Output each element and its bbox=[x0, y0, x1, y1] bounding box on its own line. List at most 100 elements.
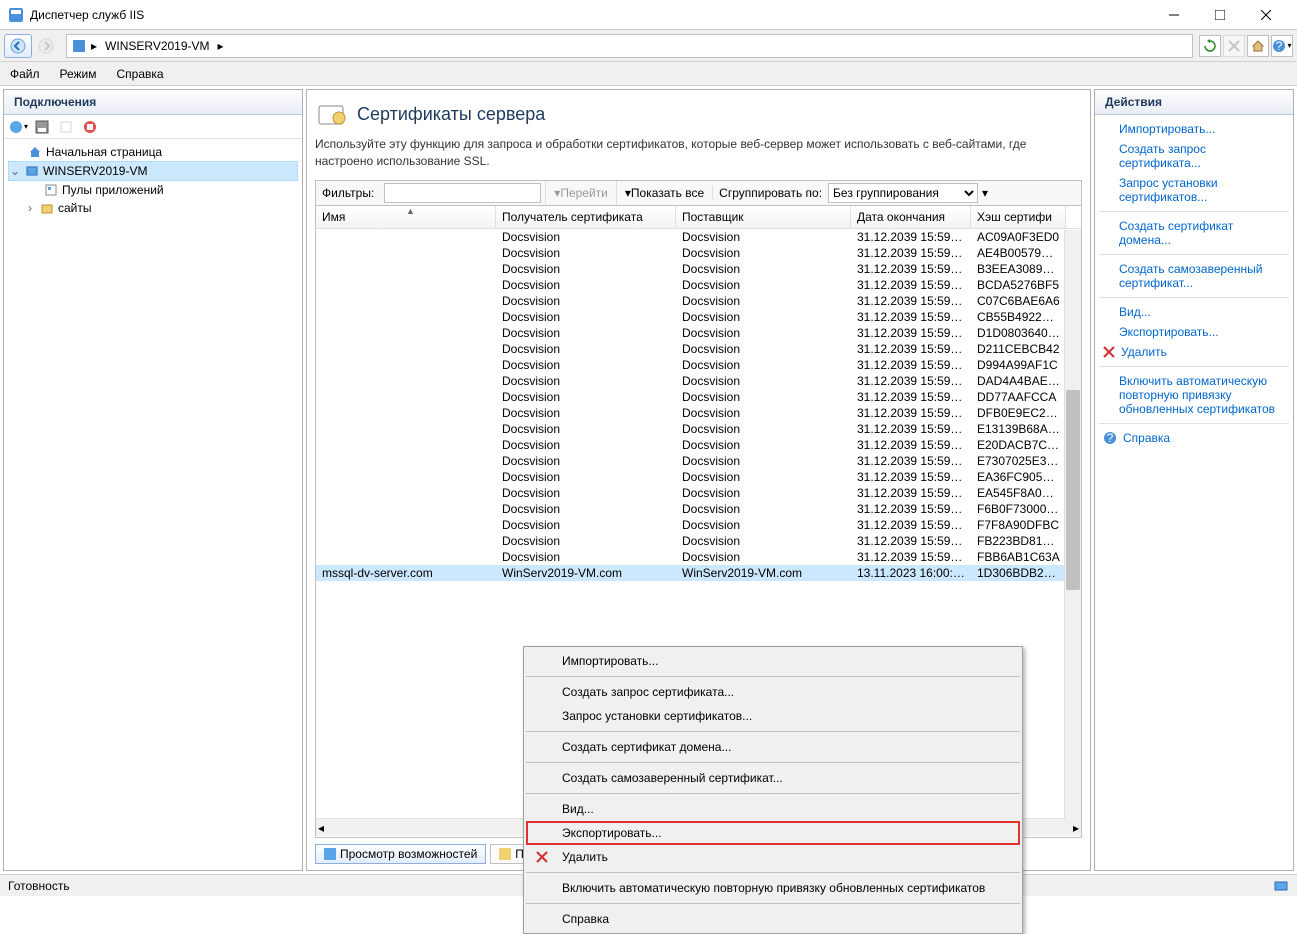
filter-input[interactable] bbox=[384, 183, 541, 203]
tree-start-page[interactable]: Начальная страница bbox=[8, 143, 298, 161]
table-row[interactable]: DocsvisionDocsvision31.12.2039 15:59:59C… bbox=[316, 293, 1081, 309]
titlebar: Диспетчер служб IIS bbox=[0, 0, 1297, 30]
scrollbar-thumb[interactable] bbox=[1066, 390, 1080, 590]
table-row[interactable]: DocsvisionDocsvision31.12.2039 15:59:59B… bbox=[316, 277, 1081, 293]
nav-back-button[interactable] bbox=[4, 34, 32, 58]
up-button[interactable] bbox=[56, 117, 76, 137]
action-delete[interactable]: Удалить bbox=[1099, 342, 1289, 362]
close-button[interactable] bbox=[1243, 0, 1289, 30]
col-issued-to[interactable]: Получатель сертификата bbox=[496, 206, 676, 228]
table-row[interactable]: DocsvisionDocsvision31.12.2039 15:59:59F… bbox=[316, 501, 1081, 517]
expand-icon[interactable]: › bbox=[24, 201, 36, 215]
table-row[interactable]: DocsvisionDocsvision31.12.2039 15:59:59C… bbox=[316, 309, 1081, 325]
cell-name bbox=[316, 501, 496, 517]
table-row[interactable]: DocsvisionDocsvision31.12.2039 15:59:59A… bbox=[316, 229, 1081, 245]
table-row[interactable]: DocsvisionDocsvision31.12.2039 15:59:59F… bbox=[316, 549, 1081, 565]
ctx-complete-request[interactable]: Запрос установки сертификатов... bbox=[526, 704, 1020, 728]
cell-name bbox=[316, 293, 496, 309]
ctx-view[interactable]: Вид... bbox=[526, 797, 1020, 821]
breadcrumb-server[interactable]: WINSERV2019-VM bbox=[101, 39, 213, 53]
ctx-help[interactable]: Справка bbox=[526, 907, 1020, 931]
stop-button[interactable] bbox=[1223, 35, 1245, 57]
collapse-icon[interactable]: ⌄ bbox=[9, 164, 21, 178]
cell-name bbox=[316, 485, 496, 501]
ctx-import[interactable]: Импортировать... bbox=[526, 649, 1020, 673]
stop-conn-button[interactable] bbox=[80, 117, 100, 137]
ctx-auto-rebind[interactable]: Включить автоматическую повторную привяз… bbox=[526, 876, 1020, 900]
table-row[interactable]: DocsvisionDocsvision31.12.2039 15:59:59E… bbox=[316, 437, 1081, 453]
table-row[interactable]: DocsvisionDocsvision31.12.2039 15:59:59E… bbox=[316, 453, 1081, 469]
groupby-select[interactable]: Без группирования bbox=[828, 183, 978, 203]
col-name[interactable]: Имя ▲ bbox=[316, 206, 496, 228]
actions-header: Действия bbox=[1095, 90, 1293, 115]
cell-issuer: Docsvision bbox=[676, 357, 851, 373]
breadcrumb-separator: ▸ bbox=[87, 39, 101, 53]
cell-issuedTo: Docsvision bbox=[496, 501, 676, 517]
action-help[interactable]: ? Справка bbox=[1099, 428, 1289, 448]
action-view[interactable]: Вид... bbox=[1099, 302, 1289, 322]
cell-issuer: Docsvision bbox=[676, 325, 851, 341]
table-row[interactable]: DocsvisionDocsvision31.12.2039 15:59:59F… bbox=[316, 533, 1081, 549]
nav-forward-button[interactable] bbox=[32, 34, 60, 58]
cell-issuedTo: Docsvision bbox=[496, 485, 676, 501]
col-hash[interactable]: Хэш сертифи bbox=[971, 206, 1066, 228]
action-create-selfsigned[interactable]: Создать самозаверенный сертификат... bbox=[1099, 259, 1289, 293]
col-issuer[interactable]: Поставщик bbox=[676, 206, 851, 228]
action-create-domain[interactable]: Создать сертификат домена... bbox=[1099, 216, 1289, 250]
ctx-create-selfsigned[interactable]: Создать самозаверенный сертификат... bbox=[526, 766, 1020, 790]
table-row[interactable]: DocsvisionDocsvision31.12.2039 15:59:59B… bbox=[316, 261, 1081, 277]
menu-help[interactable]: Справка bbox=[107, 62, 174, 85]
groupby-extra-button[interactable]: ▾ bbox=[982, 186, 988, 200]
minimize-button[interactable] bbox=[1151, 0, 1197, 30]
tree-server[interactable]: ⌄ WINSERV2019-VM bbox=[8, 161, 298, 181]
ctx-export[interactable]: Экспортировать... bbox=[526, 821, 1020, 845]
table-row[interactable]: DocsvisionDocsvision31.12.2039 15:59:59D… bbox=[316, 373, 1081, 389]
cell-expiration: 31.12.2039 15:59:59 bbox=[851, 533, 971, 549]
table-row[interactable]: DocsvisionDocsvision31.12.2039 15:59:59E… bbox=[316, 469, 1081, 485]
connect-button[interactable]: ▾ bbox=[8, 117, 28, 137]
ctx-create-request[interactable]: Создать запрос сертификата... bbox=[526, 680, 1020, 704]
table-row[interactable]: DocsvisionDocsvision31.12.2039 15:59:59D… bbox=[316, 405, 1081, 421]
table-row[interactable]: DocsvisionDocsvision31.12.2039 15:59:59D… bbox=[316, 357, 1081, 373]
help-dropdown-button[interactable]: ?▾ bbox=[1271, 35, 1293, 57]
refresh-button[interactable] bbox=[1199, 35, 1221, 57]
table-row[interactable]: DocsvisionDocsvision31.12.2039 15:59:59D… bbox=[316, 325, 1081, 341]
home-button[interactable] bbox=[1247, 35, 1269, 57]
cell-hash: F7F8A90DFBC bbox=[971, 517, 1066, 533]
tree-sites[interactable]: › сайты bbox=[8, 199, 298, 217]
table-row[interactable]: DocsvisionDocsvision31.12.2039 15:59:59D… bbox=[316, 389, 1081, 405]
action-auto-rebind[interactable]: Включить автоматическую повторную привяз… bbox=[1099, 371, 1289, 419]
cell-name bbox=[316, 517, 496, 533]
cell-name bbox=[316, 325, 496, 341]
save-button[interactable] bbox=[32, 117, 52, 137]
cell-name bbox=[316, 469, 496, 485]
menu-mode[interactable]: Режим bbox=[50, 62, 107, 85]
menu-file[interactable]: Файл bbox=[0, 62, 50, 85]
tab-features-view[interactable]: Просмотр возможностей bbox=[315, 844, 486, 864]
filter-bar: Фильтры: ▾ Перейти ▾ Показать все Сгрупп… bbox=[315, 180, 1082, 206]
table-row[interactable]: mssql-dv-server.comWinServ2019-VM.comWin… bbox=[316, 565, 1081, 581]
tree-app-pools[interactable]: Пулы приложений bbox=[8, 181, 298, 199]
table-row[interactable]: DocsvisionDocsvision31.12.2039 15:59:59F… bbox=[316, 517, 1081, 533]
vertical-scrollbar[interactable] bbox=[1064, 230, 1081, 819]
cell-name bbox=[316, 437, 496, 453]
table-row[interactable]: DocsvisionDocsvision31.12.2039 15:59:59E… bbox=[316, 485, 1081, 501]
address-bar[interactable]: ▸ WINSERV2019-VM ▸ bbox=[66, 34, 1193, 58]
table-row[interactable]: DocsvisionDocsvision31.12.2039 15:59:59A… bbox=[316, 245, 1081, 261]
action-export[interactable]: Экспортировать... bbox=[1099, 322, 1289, 342]
table-row[interactable]: DocsvisionDocsvision31.12.2039 15:59:59E… bbox=[316, 421, 1081, 437]
table-row[interactable]: DocsvisionDocsvision31.12.2039 15:59:59D… bbox=[316, 341, 1081, 357]
maximize-button[interactable] bbox=[1197, 0, 1243, 30]
cell-issuer: Docsvision bbox=[676, 277, 851, 293]
cell-issuer: Docsvision bbox=[676, 421, 851, 437]
filter-showall-button[interactable]: ▾ Показать все bbox=[616, 181, 712, 205]
ctx-delete[interactable]: Удалить bbox=[526, 845, 1020, 869]
action-complete-request[interactable]: Запрос установки сертификатов... bbox=[1099, 173, 1289, 207]
col-expiration[interactable]: Дата окончания bbox=[851, 206, 971, 228]
action-import[interactable]: Импортировать... bbox=[1099, 119, 1289, 139]
ctx-create-domain[interactable]: Создать сертификат домена... bbox=[526, 735, 1020, 759]
filter-go-button[interactable]: ▾ Перейти bbox=[545, 181, 616, 205]
content-icon bbox=[499, 848, 511, 860]
action-create-request[interactable]: Создать запрос сертификата... bbox=[1099, 139, 1289, 173]
svg-text:?: ? bbox=[1276, 39, 1283, 53]
